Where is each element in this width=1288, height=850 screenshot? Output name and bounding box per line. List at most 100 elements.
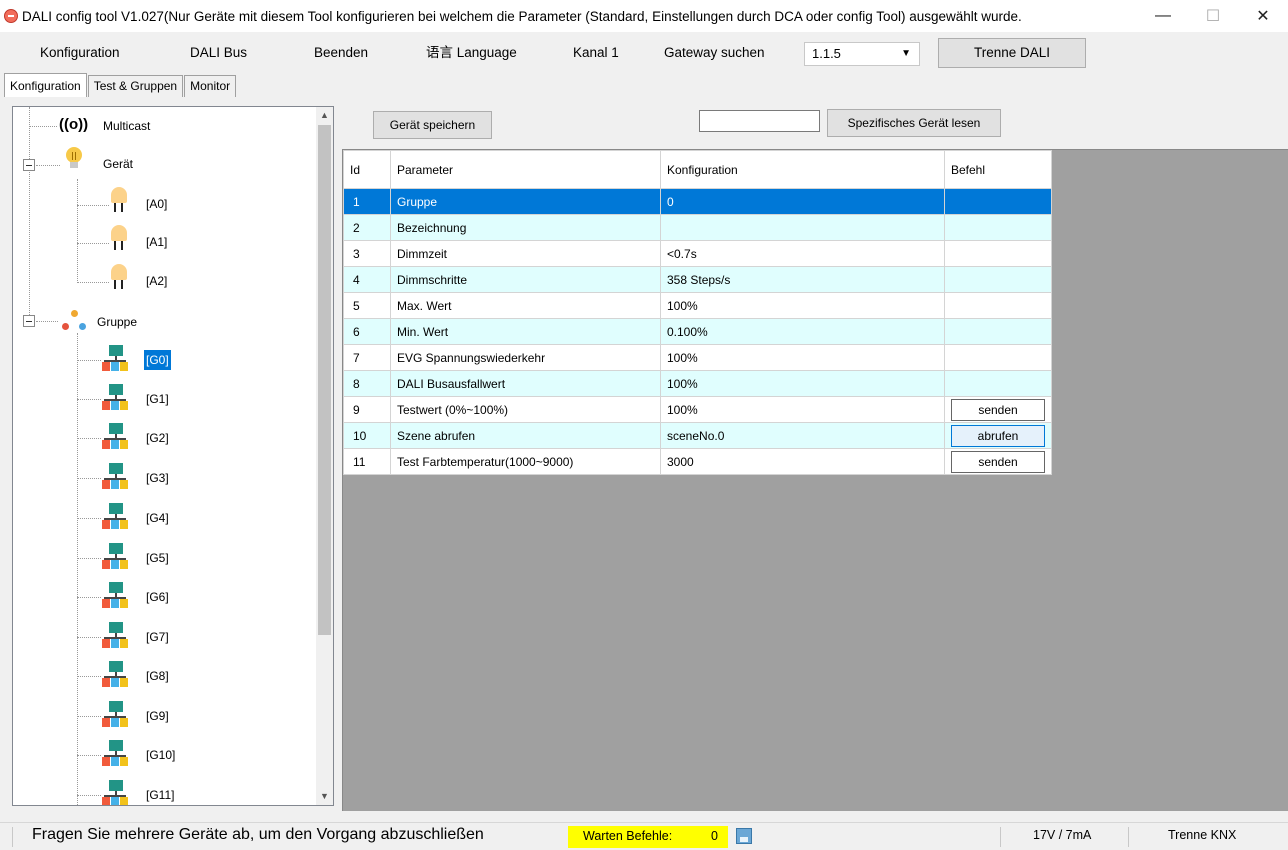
menu-bar: Konfiguration DALI Bus Beenden 语言 Langua… — [0, 34, 1288, 72]
menu-konfiguration[interactable]: Konfiguration — [40, 34, 120, 72]
minimize-button[interactable]: — — [1138, 0, 1188, 32]
tree-connector — [77, 637, 101, 638]
cell-befehl — [944, 188, 1052, 215]
tree-item-device[interactable]: [A2] — [146, 274, 167, 288]
recall-scene-button[interactable]: abrufen — [951, 424, 1045, 447]
send-testwert-button[interactable]: senden — [951, 398, 1045, 421]
table-row[interactable]: 6 Min. Wert 0.100% — [343, 318, 1052, 345]
table-row[interactable]: 9 Testwert (0%~100%) 100% senden — [343, 396, 1052, 423]
cell-konfiguration[interactable]: 0.100% — [660, 318, 945, 345]
device-tree[interactable]: ((o)) Multicast Gerät [A0] [A1] [A2] Gru… — [12, 106, 334, 806]
parameter-table: Id Parameter Konfiguration Befehl 1 Grup… — [343, 150, 1052, 475]
cell-befehl — [944, 240, 1052, 267]
menu-beenden[interactable]: Beenden — [314, 34, 368, 72]
table-row[interactable]: 4 Dimmschritte 358 Steps/s — [343, 266, 1052, 293]
column-header-befehl[interactable]: Befehl — [944, 150, 1052, 189]
cell-konfiguration[interactable]: 100% — [660, 370, 945, 397]
table-row[interactable]: 2 Bezeichnung — [343, 214, 1052, 241]
table-row[interactable]: 1 Gruppe 0 — [343, 188, 1052, 215]
trenne-knx-status[interactable]: Trenne KNX — [1168, 828, 1236, 842]
tree-item-group[interactable]: [G1] — [146, 392, 169, 406]
tree-item-group[interactable]: [G4] — [146, 511, 169, 525]
collapse-geraet-toggle[interactable] — [23, 159, 35, 171]
tree-item-group[interactable]: [G3] — [146, 471, 169, 485]
window-title: DALI config tool V1.027(Nur Geräte mit d… — [22, 8, 1022, 24]
tree-item-group[interactable]: [G10] — [146, 748, 175, 762]
cell-konfiguration[interactable]: sceneNo.0 — [660, 422, 945, 449]
cell-konfiguration[interactable] — [660, 214, 945, 241]
close-button[interactable]: ✕ — [1238, 0, 1288, 32]
collapse-gruppe-toggle[interactable] — [23, 315, 35, 327]
cell-konfiguration[interactable]: 3000 — [660, 448, 945, 475]
tree-connector — [77, 478, 101, 479]
scroll-down-icon[interactable]: ▼ — [316, 788, 333, 805]
cell-konfiguration[interactable]: 100% — [660, 344, 945, 371]
device-icon — [110, 264, 128, 290]
tree-item-geraet[interactable]: Gerät — [103, 157, 133, 171]
scroll-thumb[interactable] — [318, 125, 331, 635]
tab-monitor[interactable]: Monitor — [184, 75, 237, 97]
maximize-button[interactable]: ☐ — [1188, 0, 1238, 32]
tree-item-multicast[interactable]: Multicast — [103, 119, 150, 133]
scroll-up-icon[interactable]: ▲ — [316, 107, 333, 124]
cell-konfiguration[interactable]: 100% — [660, 396, 945, 423]
tree-scrollbar[interactable]: ▲ ▼ — [316, 107, 333, 805]
tree-item-device[interactable]: [A1] — [146, 235, 167, 249]
menu-gateway-suchen[interactable]: Gateway suchen — [664, 34, 765, 72]
tree-connector — [77, 755, 101, 756]
table-row[interactable]: 3 Dimmzeit <0.7s — [343, 240, 1052, 267]
cell-konfiguration[interactable]: 0 — [660, 188, 945, 215]
subgroup-icon — [101, 543, 129, 571]
cell-parameter: DALI Busausfallwert — [390, 370, 661, 397]
status-divider — [12, 827, 13, 847]
tree-item-device[interactable]: [A0] — [146, 197, 167, 211]
tab-test-gruppen[interactable]: Test & Gruppen — [87, 75, 184, 97]
tree-item-gruppe[interactable]: Gruppe — [97, 315, 137, 329]
menu-language[interactable]: 语言 Language — [426, 34, 517, 72]
table-row[interactable]: 10 Szene abrufen sceneNo.0 abrufen — [343, 422, 1052, 449]
save-device-button[interactable]: Gerät speichern — [373, 111, 492, 139]
table-row[interactable]: 11 Test Farbtemperatur(1000~9000) 3000 s… — [343, 448, 1052, 475]
tree-item-group[interactable]: [G6] — [146, 590, 169, 604]
tree-item-group[interactable]: [G5] — [146, 551, 169, 565]
read-specific-device-button[interactable]: Spezifisches Gerät lesen — [827, 109, 1001, 137]
column-header-parameter[interactable]: Parameter — [390, 150, 661, 189]
tree-item-group[interactable]: [G8] — [146, 669, 169, 683]
subgroup-icon — [101, 463, 129, 491]
cell-id: 5 — [343, 292, 391, 319]
table-row[interactable]: 5 Max. Wert 100% — [343, 292, 1052, 319]
column-header-konfiguration[interactable]: Konfiguration — [660, 150, 945, 189]
tab-konfiguration[interactable]: Konfiguration — [4, 73, 87, 97]
tree-item-group[interactable]: [G7] — [146, 630, 169, 644]
tab-strip: Konfiguration Test & Gruppen Monitor — [4, 73, 237, 97]
status-divider — [1128, 827, 1129, 847]
image-icon[interactable] — [736, 828, 752, 844]
trenne-dali-button[interactable]: Trenne DALI — [938, 38, 1086, 68]
tree-item-group[interactable]: [G2] — [146, 431, 169, 445]
tree-connector — [77, 399, 101, 400]
table-row[interactable]: 7 EVG Spannungswiederkehr 100% — [343, 344, 1052, 371]
tree-item-group[interactable]: [G0] — [144, 350, 171, 370]
table-row[interactable]: 8 DALI Busausfallwert 100% — [343, 370, 1052, 397]
send-color-temp-button[interactable]: senden — [951, 450, 1045, 473]
gateway-select[interactable]: 1.1.5 ▼ — [804, 42, 920, 66]
cell-konfiguration[interactable]: <0.7s — [660, 240, 945, 267]
column-header-id[interactable]: Id — [343, 150, 391, 189]
cell-parameter: EVG Spannungswiederkehr — [390, 344, 661, 371]
tree-item-group[interactable]: [G11] — [146, 788, 174, 802]
parameter-grid-area: Id Parameter Konfiguration Befehl 1 Grup… — [342, 149, 1288, 811]
cell-konfiguration[interactable]: 358 Steps/s — [660, 266, 945, 293]
power-readout: 17V / 7mA — [1033, 828, 1092, 842]
tree-connector — [77, 676, 101, 677]
tree-connector — [77, 597, 101, 598]
tree-item-group[interactable]: [G9] — [146, 709, 169, 723]
device-address-input[interactable] — [699, 110, 820, 132]
cell-parameter: Gruppe — [390, 188, 661, 215]
menu-dali-bus[interactable]: DALI Bus — [190, 34, 247, 72]
subgroup-icon — [101, 740, 129, 768]
menu-kanal[interactable]: Kanal 1 — [573, 34, 619, 72]
device-icon — [110, 187, 128, 213]
cell-befehl: senden — [944, 448, 1052, 475]
cell-parameter: Max. Wert — [390, 292, 661, 319]
cell-konfiguration[interactable]: 100% — [660, 292, 945, 319]
